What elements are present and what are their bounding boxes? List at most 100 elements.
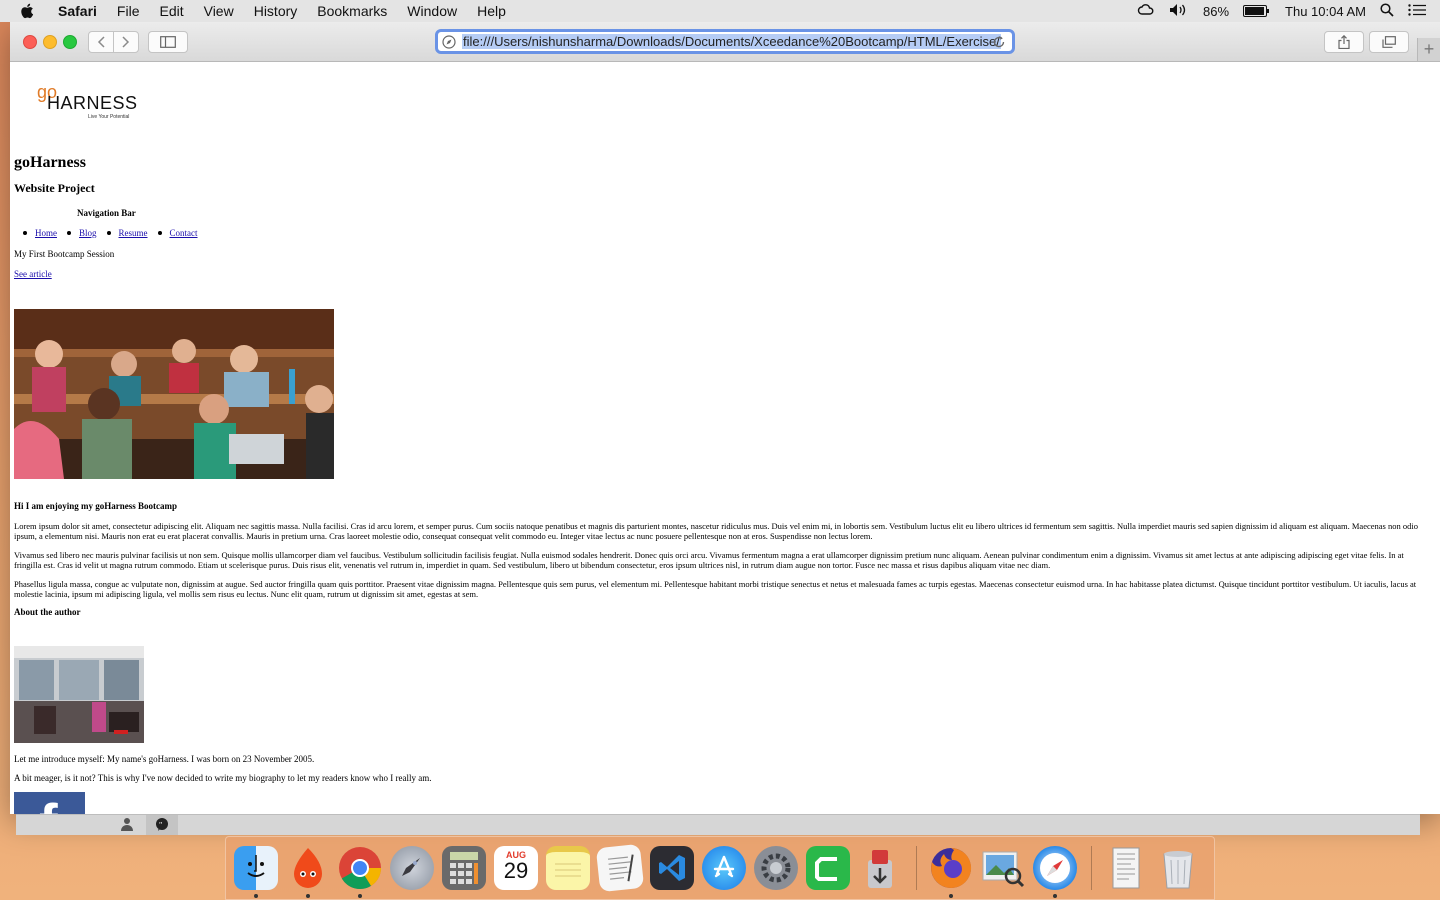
chevron-right-icon (122, 36, 130, 48)
notification-center-icon[interactable] (1408, 3, 1426, 19)
see-article-link[interactable]: See article (14, 269, 52, 279)
nav-item-home: Home (14, 228, 57, 238)
url-text[interactable]: file:///Users/nishunsharma/Downloads/Doc… (462, 34, 1001, 49)
chevron-left-icon (97, 36, 105, 48)
classroom-photo (14, 309, 334, 479)
plus-icon: + (1423, 39, 1435, 59)
menu-bar: Safari File Edit View History Bookmarks … (0, 0, 1440, 22)
nav-title: Navigation Bar (77, 208, 136, 218)
battery-fill (1245, 7, 1264, 15)
menu-help[interactable]: Help (477, 3, 506, 19)
battery-icon[interactable] (1243, 5, 1270, 17)
vscode-icon[interactable] (650, 846, 694, 890)
menu-history[interactable]: History (254, 3, 298, 19)
running-indicator (949, 894, 953, 898)
chrome-icon[interactable] (338, 846, 382, 898)
logo-tagline: Live Your Potential (88, 114, 130, 120)
article-paragraph-1: Lorem ipsum dolor sit amet, consectetur … (14, 521, 1418, 541)
system-preferences-icon[interactable] (754, 846, 798, 890)
bullet (67, 231, 71, 235)
textedit-icon[interactable] (595, 843, 645, 893)
nav-item-blog: Blog (67, 228, 97, 238)
background-window-strip: " (16, 814, 1420, 835)
navigation-list: Home Blog Resume Contact (14, 228, 208, 238)
hotspot-shield-icon[interactable] (286, 846, 330, 898)
nav-item-resume: Resume (106, 228, 148, 238)
address-bar[interactable]: file:///Users/nishunsharma/Downloads/Doc… (435, 29, 1015, 54)
web-page: go HARNESS Live Your Potential goHarness… (14, 62, 1436, 814)
clock[interactable]: Thu 10:04 AM (1285, 4, 1366, 19)
author-bio: A bit meager, is it not? This is why I'v… (14, 773, 432, 783)
bullet (157, 231, 162, 235)
nav-link-contact[interactable]: Contact (170, 228, 198, 238)
menu-window[interactable]: Window (407, 3, 457, 19)
sidebar-toggle-button[interactable] (148, 31, 188, 53)
author-intro: Let me introduce myself: My name's goHar… (14, 754, 315, 764)
minimize-window-button[interactable] (43, 35, 57, 49)
nav-item-contact: Contact (157, 228, 198, 238)
tabs-icon (1382, 36, 1396, 48)
calculator-icon[interactable] (442, 846, 486, 890)
apple-icon[interactable] (20, 3, 34, 19)
back-button[interactable] (88, 31, 114, 53)
page-title: goHarness (14, 154, 86, 171)
compass-icon (442, 34, 456, 49)
menu-view[interactable]: View (204, 3, 234, 19)
menu-file[interactable]: File (117, 3, 140, 19)
article-paragraph-2: Vivamus sed libero nec mauris pulvinar f… (14, 550, 1404, 570)
git-tool-icon[interactable] (858, 846, 902, 890)
about-author-heading: About the author (14, 607, 81, 617)
trash-icon[interactable] (1156, 846, 1200, 890)
finder-icon[interactable] (234, 846, 278, 898)
nav-link-resume[interactable]: Resume (119, 228, 148, 238)
facebook-icon[interactable]: f (14, 792, 85, 814)
launchpad-icon[interactable] (390, 846, 434, 890)
logo-harness: HARNESS (47, 93, 138, 113)
quote-icon: " (146, 815, 178, 835)
svg-text:": " (159, 821, 162, 830)
contacts-icon (120, 817, 134, 836)
running-indicator (358, 894, 362, 898)
session-text: My First Bootcamp Session (14, 249, 115, 259)
safari-window: file:///Users/nishunsharma/Downloads/Doc… (10, 22, 1440, 814)
camtasia-icon[interactable] (806, 846, 850, 890)
menu-edit[interactable]: Edit (159, 3, 183, 19)
documents-stack-icon[interactable] (1104, 846, 1148, 890)
article-heading: Hi I am enjoying my goHarness Bootcamp (14, 501, 177, 511)
facebook-glyph: f (39, 796, 58, 815)
close-window-button[interactable] (23, 35, 37, 49)
running-indicator (1053, 894, 1057, 898)
spotlight-search-icon[interactable] (1380, 2, 1394, 20)
menu-bookmarks[interactable]: Bookmarks (317, 3, 387, 19)
dock-separator (916, 846, 917, 890)
app-store-icon[interactable] (702, 846, 746, 890)
article-paragraph-3: Phasellus ligula massa, congue ac vulput… (14, 579, 1417, 599)
reload-icon[interactable] (992, 35, 1006, 49)
forward-button[interactable] (113, 31, 139, 53)
preview-icon[interactable] (981, 846, 1025, 890)
volume-icon[interactable] (1169, 3, 1189, 20)
share-icon (1338, 35, 1350, 49)
firefox-icon[interactable] (929, 846, 973, 898)
menu-app-name[interactable]: Safari (58, 3, 97, 19)
running-indicator (254, 894, 258, 898)
battery-percent: 86% (1203, 3, 1230, 19)
bullet (106, 231, 111, 235)
browser-toolbar: file:///Users/nishunsharma/Downloads/Doc… (10, 22, 1440, 62)
notes-icon[interactable] (546, 846, 590, 890)
nav-link-home[interactable]: Home (35, 228, 57, 238)
new-tab-button[interactable]: + (1417, 38, 1440, 61)
calendar-day: 29 (503, 858, 529, 883)
safari-icon[interactable] (1033, 846, 1077, 898)
sidebar-icon (160, 36, 176, 48)
share-button[interactable] (1324, 31, 1364, 53)
goharness-logo: go HARNESS Live Your Potential (37, 82, 137, 122)
calendar-icon[interactable]: AUG 29 (494, 846, 538, 890)
tabs-overview-button[interactable] (1369, 31, 1409, 53)
zoom-window-button[interactable] (63, 35, 77, 49)
nav-link-blog[interactable]: Blog (79, 228, 97, 238)
running-indicator (306, 894, 310, 898)
page-subtitle: Website Project (14, 181, 95, 195)
creative-cloud-icon[interactable] (1137, 3, 1155, 19)
dock: AUG 29 (225, 836, 1215, 900)
